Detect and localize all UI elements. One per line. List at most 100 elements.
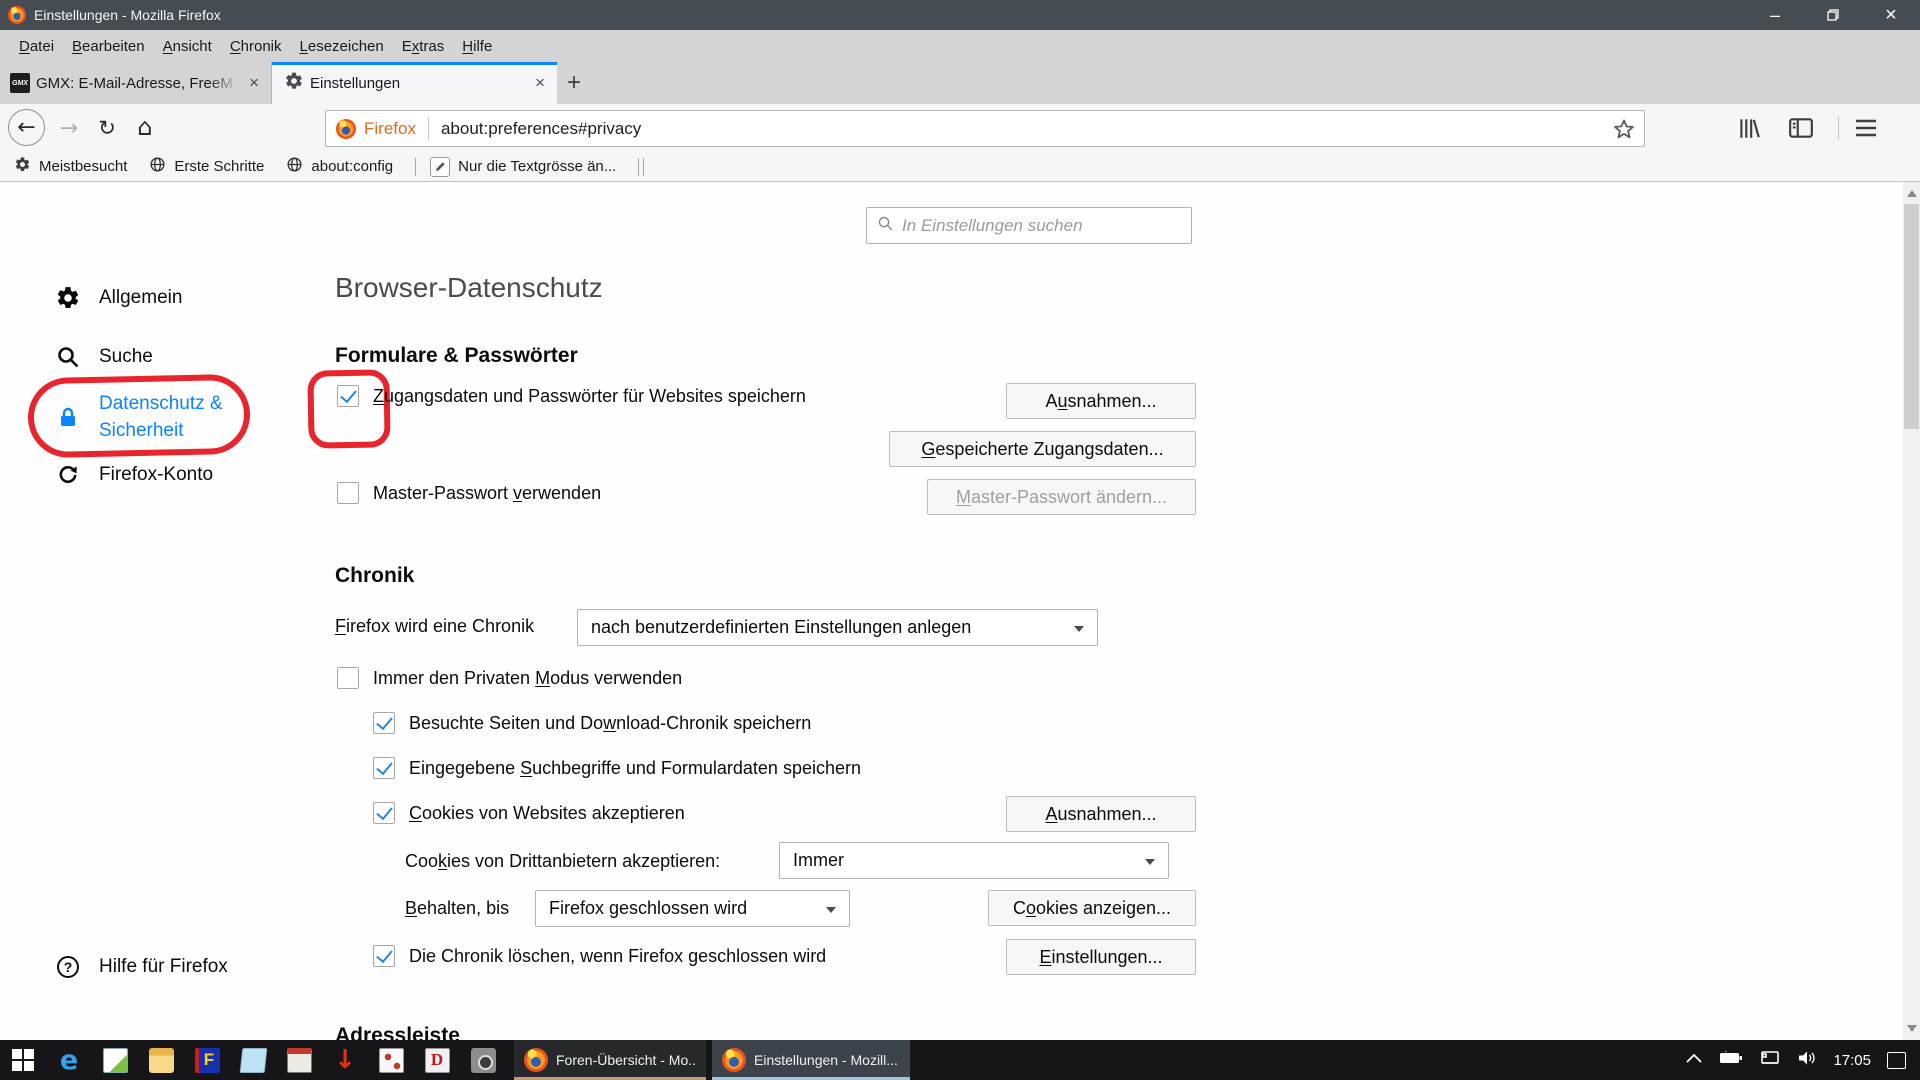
bookmark-separator [643, 158, 644, 176]
third-party-cookies-label: Cookies von Drittanbietern akzeptieren: [405, 851, 720, 872]
sync-icon [55, 462, 81, 488]
taskbar-icon-media[interactable] [276, 1040, 322, 1080]
save-logins-checkbox[interactable] [337, 385, 359, 407]
master-password-checkbox[interactable] [337, 482, 359, 504]
tab-gmx-label: GMX: E-Mail-Adresse, FreeM [36, 75, 239, 92]
menu-hilfe[interactable]: Hilfe [453, 34, 501, 59]
taskbar-icon-downloader[interactable]: ↓ [322, 1040, 368, 1080]
sidebar-item-suche[interactable]: Suche [55, 344, 153, 370]
forward-button[interactable]: → [54, 114, 84, 142]
sidebar-item-hilfe[interactable]: ? Hilfe für Firefox [55, 954, 228, 980]
remember-history-checkbox[interactable] [373, 712, 395, 734]
bookmark-separator [638, 158, 639, 176]
taskbar-icon-camera[interactable] [460, 1040, 506, 1080]
bookmark-meistbesucht[interactable]: Meistbesucht [14, 156, 127, 177]
section-heading-chronik: Chronik [335, 564, 414, 588]
remember-forms-checkbox[interactable] [373, 757, 395, 779]
sidebar-item-firefox-konto[interactable]: Firefox-Konto [55, 462, 213, 488]
menu-extras[interactable]: Extras [393, 34, 454, 59]
annotation-circle-checkbox [307, 369, 390, 448]
restore-icon [1827, 9, 1839, 21]
settings-search-input[interactable] [902, 216, 1191, 236]
private-mode-checkbox[interactable] [337, 667, 359, 689]
bookmark-erste-schritte[interactable]: Erste Schritte [149, 156, 264, 177]
keep-until-select[interactable]: Firefox geschlossen wird [535, 890, 850, 927]
taskbar-icon-cards[interactable] [368, 1040, 414, 1080]
taskbar-icon-explorer[interactable] [138, 1040, 184, 1080]
network-icon[interactable] [1759, 1050, 1781, 1071]
tab-gmx-close-icon[interactable]: × [245, 73, 263, 93]
tray-chevron-icon[interactable] [1685, 1051, 1703, 1069]
bookmark-star-icon[interactable] [1612, 117, 1636, 146]
d-app-icon: D [425, 1048, 450, 1073]
tab-einstellungen-close-icon[interactable]: × [531, 73, 549, 93]
taskbar-icon-edge[interactable]: e [46, 1040, 92, 1080]
start-button[interactable] [0, 1040, 46, 1080]
taskbar-icon-notes[interactable] [230, 1040, 276, 1080]
scrollbar-thumb[interactable] [1904, 204, 1919, 429]
menu-lesezeichen[interactable]: Lesezeichen [291, 34, 393, 59]
notepad-icon [103, 1048, 128, 1073]
globe-icon [286, 156, 303, 177]
home-button[interactable]: ⌂ [130, 112, 160, 142]
taskbar-window-einstellungen[interactable]: Einstellungen - Mozill... [712, 1040, 910, 1080]
scrollbar-down-arrow[interactable] [1907, 1025, 1917, 1032]
taskbar-icon-notepad[interactable] [92, 1040, 138, 1080]
close-button[interactable]: × [1862, 0, 1920, 30]
sidebar-toggle-icon[interactable] [1788, 117, 1814, 144]
third-party-cookies-select[interactable]: Immer [779, 842, 1169, 879]
menu-ansicht[interactable]: Ansicht [154, 34, 221, 59]
saved-logins-button[interactable]: Gespeicherte Zugangsdaten... [889, 431, 1196, 467]
battery-icon[interactable] [1719, 1051, 1743, 1070]
accept-cookies-checkbox[interactable] [373, 802, 395, 824]
action-center-icon[interactable] [1887, 1052, 1906, 1069]
media-app-icon [287, 1048, 312, 1073]
back-button[interactable]: ← [8, 109, 45, 146]
clear-on-close-label: Die Chronik löschen, wenn Firefox geschl… [409, 946, 826, 967]
search-icon [55, 344, 81, 370]
save-logins-label: Zugangsdaten und Passwörter für Websites… [373, 386, 806, 407]
hamburger-menu-icon[interactable] [1854, 118, 1878, 143]
notes-icon [239, 1048, 267, 1073]
menu-bar: Datei Bearbeiten Ansicht Chronik Lesezei… [0, 30, 1920, 62]
section-heading-adressleiste: Adressleiste [335, 1024, 460, 1040]
bookmark-about-config[interactable]: about:config [286, 156, 393, 177]
bookmark-textgroesse[interactable]: Nur die Textgrösse än... [430, 157, 616, 177]
menu-bearbeiten[interactable]: Bearbeiten [63, 34, 154, 59]
url-bar[interactable]: Firefox about:preferences#privacy [325, 110, 1645, 147]
minimize-button[interactable]: – [1746, 0, 1804, 30]
library-icon[interactable] [1736, 115, 1762, 146]
annotation-circle-datenschutz [27, 374, 251, 459]
clock[interactable]: 17:05 [1833, 1052, 1871, 1069]
sidebar-item-allgemein[interactable]: Allgemein [55, 285, 182, 311]
search-icon [877, 215, 894, 237]
scrollbar[interactable] [1903, 182, 1920, 1040]
settings-search-box[interactable] [866, 207, 1192, 244]
clear-on-close-checkbox[interactable] [373, 945, 395, 967]
clear-settings-button[interactable]: Einstellungen... [1006, 939, 1196, 975]
show-cookies-button[interactable]: Cookies anzeigen... [988, 890, 1196, 926]
taskbar-icon-d-app[interactable]: D [414, 1040, 460, 1080]
new-tab-button[interactable]: + [557, 62, 591, 104]
remember-history-label: Besuchte Seiten und Download-Chronik spe… [409, 713, 811, 734]
menu-datei[interactable]: Datei [10, 34, 63, 59]
cookie-exceptions-button[interactable]: Ausnahmen... [1006, 796, 1196, 832]
taskbar-window-foren[interactable]: Foren-Übersicht - Mo... [514, 1040, 706, 1080]
windows-logo-icon [12, 1049, 34, 1071]
taskbar-icon-f-app[interactable]: F [184, 1040, 230, 1080]
exceptions-button[interactable]: Ausnahmen... [1006, 383, 1196, 419]
toolbar-separator [1838, 116, 1839, 140]
reload-button[interactable]: ↻ [92, 114, 122, 142]
history-mode-select[interactable]: nach benutzerdefinierten Einstellungen a… [577, 609, 1098, 646]
menu-chronik[interactable]: Chronik [221, 34, 291, 59]
taskbar: e F ↓ D Foren-Übersicht - Mo... Einstell… [0, 1040, 1920, 1080]
tab-einstellungen[interactable]: Einstellungen × [272, 62, 557, 104]
master-password-row: Master-Passwort verwenden [337, 482, 601, 504]
save-logins-row: Zugangsdaten und Passwörter für Websites… [337, 385, 806, 407]
restore-button[interactable] [1804, 0, 1862, 30]
url-text[interactable]: about:preferences#privacy [441, 119, 641, 139]
scrollbar-up-arrow[interactable] [1907, 190, 1917, 197]
tab-bar: GMX GMX: E-Mail-Adresse, FreeM × Einstel… [0, 62, 1920, 104]
volume-icon[interactable] [1797, 1050, 1817, 1071]
tab-gmx[interactable]: GMX GMX: E-Mail-Adresse, FreeM × [0, 62, 272, 104]
